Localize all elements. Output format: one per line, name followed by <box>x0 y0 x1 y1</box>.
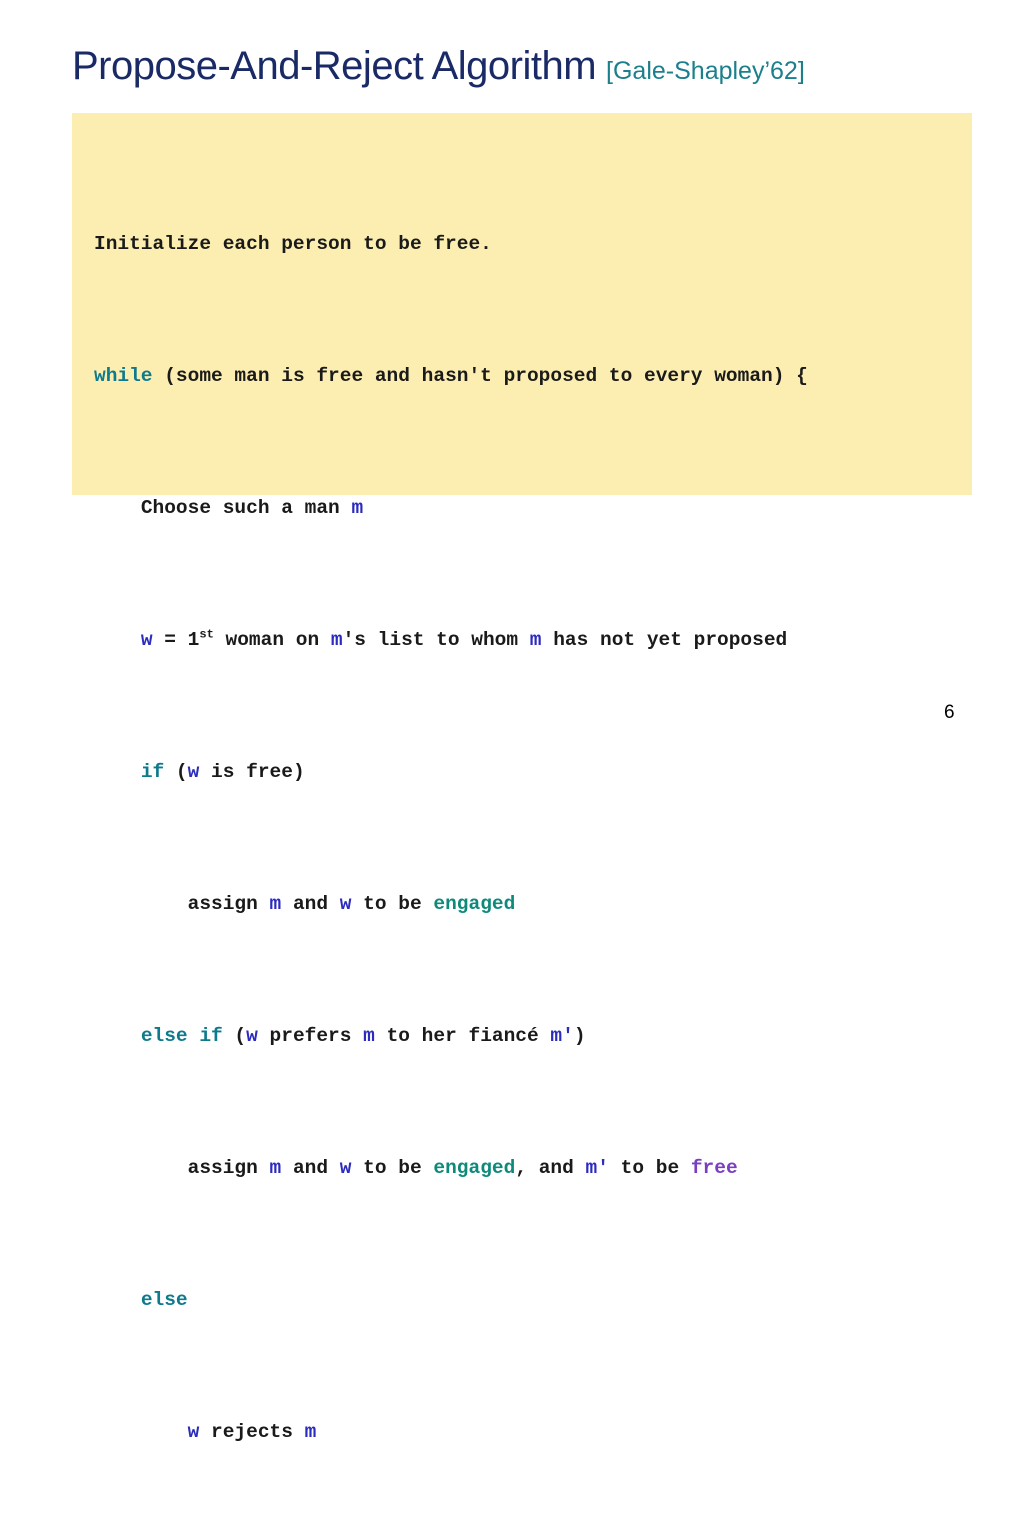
code-line-8-b: and <box>281 1157 340 1179</box>
state-engaged: engaged <box>433 893 516 915</box>
code-line-2-rest: (some man is free and hasn't proposed to… <box>164 365 808 387</box>
code-line-5-b: is free) <box>199 761 305 783</box>
code-line-7-d: ) <box>573 1025 586 1047</box>
code-line-5-a: ( <box>164 761 188 783</box>
code-line-4: w = 1st woman on m's list to whom m has … <box>94 624 808 657</box>
title-citation: [Gale-Shapley’62] <box>606 57 805 85</box>
code-line-5: if (w is free) <box>94 756 808 789</box>
code-line-8-e: to be <box>608 1157 691 1179</box>
var-m: m <box>269 893 282 915</box>
code-line-8-d: , and <box>515 1157 586 1179</box>
code-line-2: while (some man is free and hasn't propo… <box>94 360 808 393</box>
var-m-prime: m' <box>550 1025 574 1047</box>
code-line-6-a: assign <box>187 893 270 915</box>
code-line-8-a: assign <box>187 1157 270 1179</box>
var-m: m <box>304 1421 317 1443</box>
state-free: free <box>690 1157 738 1179</box>
algorithm-pseudocode: Initialize each person to be free. while… <box>94 129 808 1536</box>
code-line-10: w rejects m <box>94 1416 808 1449</box>
slide: Propose-And-Reject Algorithm [Gale-Shaple… <box>0 0 1024 1443</box>
keyword-while: while <box>94 365 153 387</box>
var-m: m <box>269 1157 282 1179</box>
code-line-6: assign m and w to be engaged <box>94 888 808 921</box>
algorithm-code-block: Initialize each person to be free. while… <box>72 113 972 1443</box>
code-line-6-c: to be <box>351 893 434 915</box>
code-line-7-c: to her fiancé <box>374 1025 551 1047</box>
var-w: w <box>140 629 153 651</box>
code-line-7-a: ( <box>222 1025 247 1047</box>
ordinal-st: st <box>199 627 214 642</box>
var-w: w <box>339 893 352 915</box>
code-line-4-a: = 1 <box>152 629 200 651</box>
code-line-8-c: to be <box>351 1157 434 1179</box>
var-m: m <box>363 1025 375 1047</box>
code-line-1-text: Initialize each person to be free. <box>94 233 492 255</box>
var-w: w <box>187 761 200 783</box>
var-m: m <box>330 629 343 651</box>
code-line-1: Initialize each person to be free. <box>94 228 808 261</box>
code-line-4-b: woman on <box>213 629 331 651</box>
code-line-4-d: has not yet proposed <box>541 629 788 651</box>
var-w: w <box>187 1421 200 1443</box>
keyword-else-if: else if <box>140 1025 223 1047</box>
keyword-else: else <box>140 1289 188 1311</box>
code-line-3: Choose such a man m <box>94 492 808 525</box>
code-line-4-c: 's list to whom <box>342 629 530 651</box>
slide-title-row: Propose-And-Reject Algorithm [Gale-Shaple… <box>72 44 805 89</box>
state-engaged: engaged <box>433 1157 516 1179</box>
var-m-prime: m' <box>585 1157 609 1179</box>
code-line-8: assign m and w to be engaged, and m' to … <box>94 1152 808 1185</box>
keyword-if: if <box>140 761 165 783</box>
var-m: m <box>351 497 364 519</box>
code-line-3-text: Choose such a man <box>140 497 352 519</box>
var-w: w <box>339 1157 352 1179</box>
code-line-6-b: and <box>281 893 340 915</box>
code-line-7-b: prefers <box>257 1025 364 1047</box>
code-line-9: else <box>94 1284 808 1317</box>
var-w: w <box>246 1025 258 1047</box>
code-line-7: else if (w prefers m to her fiancé m') <box>94 1020 808 1053</box>
page-title: Propose-And-Reject Algorithm <box>72 44 597 88</box>
code-line-10-a: rejects <box>199 1421 305 1443</box>
page-number: 6 <box>944 702 955 723</box>
var-m: m <box>529 629 542 651</box>
